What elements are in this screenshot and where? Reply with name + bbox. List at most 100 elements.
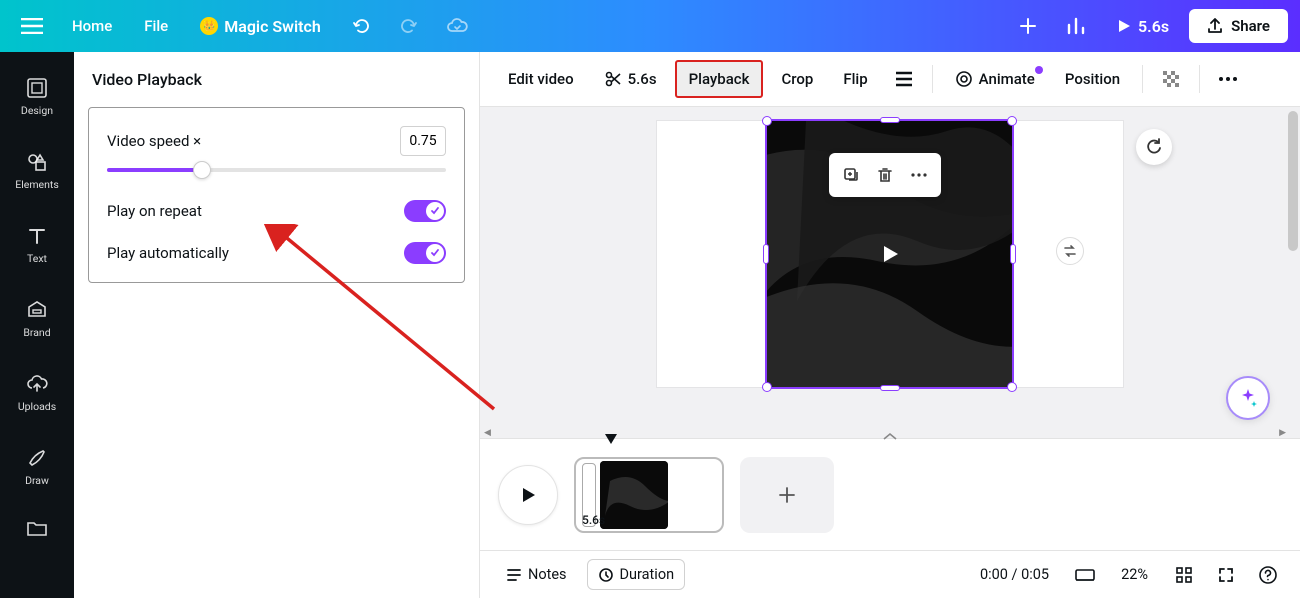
delete-button[interactable] [869,159,901,191]
repeat-toggle[interactable] [404,200,446,222]
rail-design-label: Design [21,104,53,117]
undo-button[interactable] [341,6,381,46]
animate-button[interactable]: Animate [943,62,1047,96]
play-icon [518,485,538,505]
brand-icon [25,298,49,322]
duration-button[interactable]: Duration [587,559,686,590]
scissors-icon [604,70,622,88]
text-icon [25,224,49,248]
present-duration-text: 5.6s [1138,17,1169,36]
edit-video-button[interactable]: Edit video [496,62,586,96]
magic-switch-button[interactable]: 👑 Magic Switch [188,9,333,44]
duplicate-button[interactable] [835,159,867,191]
timeline-play-button[interactable] [498,465,558,525]
rail-uploads[interactable]: Uploads [5,356,69,428]
left-rail: Design Elements Text Brand Uploads Draw [0,52,74,598]
timeline: 5.6s [480,438,1300,550]
share-label: Share [1231,17,1270,35]
help-button[interactable] [1252,559,1284,591]
rail-draw-label: Draw [25,474,49,487]
pages-view-button[interactable] [1069,559,1101,591]
zoom-display[interactable]: 22% [1111,560,1158,589]
more-button[interactable] [903,159,935,191]
notes-icon [506,567,522,583]
grid-view-button[interactable] [1168,559,1200,591]
draw-icon [25,446,49,470]
timeline-clip[interactable]: 5.6s [574,457,724,533]
duration-label: Duration [620,566,675,583]
rail-design[interactable]: Design [5,60,69,132]
clip-duration: 5.6s [582,513,605,527]
speed-input[interactable] [400,126,446,156]
menu-button[interactable] [12,6,52,46]
transparency-button[interactable] [1153,61,1189,97]
play-overlay-button[interactable] [879,243,901,265]
add-page-button[interactable] [740,457,834,533]
upload-icon [1207,18,1223,34]
side-panel: Video Playback Video speed × Play on rep… [74,52,480,598]
play-icon [1116,18,1132,34]
canvas-area[interactable]: ◀ ▶ [480,107,1300,438]
rail-brand[interactable]: Brand [5,282,69,354]
context-toolbar: Edit video 5.6s Playback Crop Flip Anima… [480,52,1300,107]
rail-brand-label: Brand [23,326,50,339]
rail-text[interactable]: Text [5,208,69,280]
scissors-duration-button[interactable]: 5.6s [592,62,669,96]
plus-icon [778,486,796,504]
redo-button[interactable] [389,6,429,46]
playback-card: Video speed × Play on repeat Play automa… [88,107,465,283]
rail-draw[interactable]: Draw [5,430,69,502]
floating-toolbar [829,153,941,197]
position-button[interactable]: Position [1053,62,1132,96]
share-button[interactable]: Share [1189,9,1288,43]
rail-more[interactable] [5,504,69,554]
repeat-label: Play on repeat [107,202,202,220]
clock-icon [598,567,614,583]
refresh-button[interactable] [1136,129,1172,165]
playhead-marker[interactable] [605,434,617,444]
crown-icon: 👑 [200,17,218,35]
home-link[interactable]: Home [60,9,124,43]
top-header: Home File 👑 Magic Switch 5.6s Share [0,0,1300,52]
folder-icon [25,517,49,541]
swap-button[interactable] [1056,237,1084,265]
autoplay-toggle[interactable] [404,242,446,264]
animate-label: Animate [979,70,1035,88]
elements-icon [25,150,49,174]
align-icon-button[interactable] [886,61,922,97]
crop-button[interactable]: Crop [769,62,825,96]
canvas-page[interactable] [657,121,1123,387]
animate-icon [955,70,973,88]
playback-button[interactable]: Playback [675,60,764,98]
panel-title: Video Playback [74,52,479,107]
cloud-sync-icon[interactable] [437,6,477,46]
rail-elements[interactable]: Elements [5,134,69,206]
scissors-duration-text: 5.6s [628,70,657,88]
time-display: 0:00 / 0:05 [970,560,1059,589]
notes-label: Notes [528,566,567,583]
fullscreen-button[interactable] [1210,559,1242,591]
file-link[interactable]: File [132,9,180,43]
rail-uploads-label: Uploads [18,400,56,413]
ai-assistant-button[interactable] [1226,376,1270,420]
flip-button[interactable]: Flip [831,62,879,96]
slider-thumb[interactable] [193,161,211,179]
speed-slider[interactable] [107,168,446,172]
design-icon [25,76,49,100]
notes-button[interactable]: Notes [496,560,577,589]
collapse-handle[interactable] [878,431,902,443]
more-button[interactable] [1210,61,1246,97]
autoplay-label: Play automatically [107,244,229,262]
analytics-button[interactable] [1056,6,1096,46]
uploads-icon [25,372,49,396]
play-icon [879,243,901,265]
notification-dot [1035,66,1043,74]
bottom-bar: Notes Duration 0:00 / 0:05 22% [480,550,1300,598]
rail-text-label: Text [27,252,47,265]
add-button[interactable] [1008,6,1048,46]
present-duration-button[interactable]: 5.6s [1104,9,1181,44]
rail-elements-label: Elements [15,178,59,191]
divider [932,65,933,93]
vertical-scrollbar[interactable] [1286,107,1300,438]
speed-label: Video speed × [107,132,201,150]
